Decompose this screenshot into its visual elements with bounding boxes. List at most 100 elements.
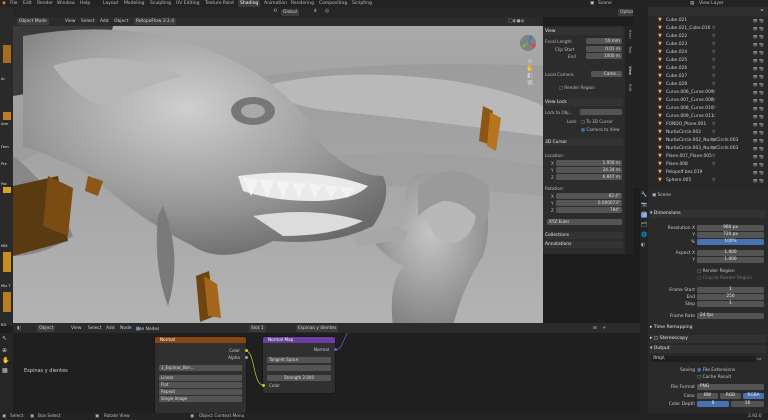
strip-item[interactable]: Fac: [1, 182, 13, 186]
normal-map-node[interactable]: Normal Map Normal Tangent Space Strength…: [261, 337, 337, 393]
outliner-row[interactable]: ▼ Curve.009_Curve.011 ▽ 👁 📷: [648, 113, 768, 120]
outliner-row[interactable]: ▼ Sphere.005 ▽ 👁 📷: [648, 177, 768, 184]
depth-16-button[interactable]: 16: [731, 401, 764, 407]
pan-hand-icon[interactable]: ✋: [524, 65, 536, 72]
thumbnail-gold[interactable]: [3, 292, 11, 312]
source-dropdown[interactable]: Single Image: [159, 396, 242, 402]
outliner-row[interactable]: ▼ NurbsCircle.003_NurbsCircle.003 ▽ 👁 📷: [648, 145, 768, 152]
focal-length-field[interactable]: 50 mm: [586, 38, 622, 44]
image-texture-node[interactable]: Normal Color Alpha 1_Espinas_Bon... Line…: [155, 337, 248, 413]
outliner-row[interactable]: ▼ Plane.008 ▽ 👁 📷: [648, 161, 768, 168]
visibility-icon[interactable]: 👁 📷: [753, 89, 764, 96]
rotation-y-field[interactable]: 0.000073°: [556, 200, 622, 206]
visibility-icon[interactable]: 👁 📷: [753, 17, 764, 24]
menu-select-node[interactable]: Select: [88, 325, 102, 332]
outliner-row[interactable]: ▼ FONDO_Plane.001 ▽ 👁 📷: [648, 121, 768, 128]
strip-item[interactable]: Mix T: [1, 284, 13, 288]
crop-checkbox[interactable]: ▢ Crop to Render Region: [648, 275, 768, 282]
output-path-field[interactable]: /tmp\: [651, 356, 755, 362]
tab-uv-editing[interactable]: UV Editing: [176, 0, 199, 7]
scene-tab-icon[interactable]: 🌐: [641, 232, 647, 238]
menu-view-node[interactable]: View: [71, 325, 81, 332]
tool-tab-icon[interactable]: 🔧: [641, 192, 647, 198]
depth-8-button[interactable]: 8: [697, 401, 729, 407]
strip-item[interactable]: MIX: [1, 244, 13, 248]
outliner-row[interactable]: ▼ Cube.027 ▽ 👁 📷: [648, 73, 768, 80]
menu-file[interactable]: File: [10, 0, 18, 7]
hand-node-icon[interactable]: ✋: [2, 357, 9, 364]
menu-window[interactable]: Window: [57, 0, 75, 7]
orientation-dropdown[interactable]: Global: [281, 8, 300, 16]
tab-scripting[interactable]: Scripting: [352, 0, 372, 7]
retopoflow-button[interactable]: RetopoFlow 3.2.4: [134, 18, 177, 25]
outliner-row[interactable]: ▼ Cube.025 ▽ 👁 📷: [648, 57, 768, 64]
outliner-row[interactable]: ▼ Cube.021_Cube.016 ▽ 👁 📷: [648, 25, 768, 32]
strip-item[interactable]: RG: [1, 323, 13, 327]
menu-add[interactable]: Add: [100, 18, 109, 25]
lock-to-cursor-checkbox[interactable]: ▢ To 3D Cursor: [581, 118, 623, 125]
extension-dropdown[interactable]: Repeat: [159, 389, 242, 395]
material-selector[interactable]: Espinas y dientes: [296, 324, 339, 332]
res-pct-field[interactable]: 100%: [697, 239, 764, 245]
visibility-icon[interactable]: 👁 📷: [753, 169, 764, 176]
shading-icons[interactable]: ◯◐●◍: [508, 18, 524, 25]
grid-node-icon[interactable]: ▦: [2, 367, 8, 374]
tab-modeling[interactable]: Modeling: [124, 0, 144, 7]
dimensions-header[interactable]: ▾ Dimensions: [650, 210, 766, 218]
rotation-x-field[interactable]: 82.4°: [556, 193, 622, 199]
outliner-row[interactable]: ▼ Pelopelf bez.019 👁 📷: [648, 169, 768, 176]
tab-texture-paint[interactable]: Texture Paint: [205, 0, 234, 7]
mode-dropdown[interactable]: Object Mode: [17, 18, 49, 25]
menu-help[interactable]: Help: [80, 0, 90, 7]
visibility-icon[interactable]: 👁 📷: [753, 145, 764, 152]
view-layer-selector[interactable]: View Layer: [699, 0, 724, 7]
strip-item[interactable]: Pre: [1, 162, 13, 166]
visibility-icon[interactable]: 👁 📷: [753, 33, 764, 40]
menu-edit[interactable]: Edit: [23, 0, 32, 7]
outliner-row[interactable]: ▼ Cube.024 ▽ 👁 📷: [648, 49, 768, 56]
frame-rate-dropdown[interactable]: 24 fps: [697, 313, 764, 319]
res-x-field[interactable]: 960 px: [697, 225, 764, 231]
color-output-socket[interactable]: [244, 349, 248, 352]
normal-output-socket[interactable]: [333, 348, 337, 351]
space-dropdown[interactable]: Tangent Space: [267, 357, 331, 363]
3d-cursor-header[interactable]: 3D Cursor: [545, 139, 623, 146]
color-rgb-button[interactable]: RGB: [720, 393, 741, 399]
thumbnail-gold[interactable]: [3, 187, 11, 193]
color-bw-button[interactable]: BW: [697, 393, 718, 399]
output-tab-icon[interactable]: 🖨: [641, 212, 648, 218]
lock-to-object-field[interactable]: [580, 109, 622, 115]
menu-select[interactable]: Select: [81, 18, 95, 25]
tab-tool[interactable]: Tool: [625, 46, 633, 53]
folder-icon[interactable]: ▭: [757, 356, 761, 363]
tab-edit[interactable]: Edit: [625, 84, 633, 91]
collections-header[interactable]: Collections: [545, 232, 623, 239]
outliner-row[interactable]: ▼ Cube.022 ▽ 👁 📷: [648, 33, 768, 40]
image-node-header[interactable]: Normal: [155, 337, 246, 343]
menu-view[interactable]: View: [65, 18, 75, 25]
clip-start-field[interactable]: 0.01 m: [586, 46, 622, 52]
strip-item[interactable]: Arm: [1, 122, 13, 126]
outliner-row[interactable]: ▼ Cube.028 ▽ 👁 📷: [648, 81, 768, 88]
uv-map-field[interactable]: [267, 365, 331, 371]
viewport-tool-icons[interactable]: ⊕ ✋ ◧ ▦: [524, 58, 536, 98]
menu-object[interactable]: Object: [114, 18, 128, 25]
visibility-icon[interactable]: 👁 📷: [753, 129, 764, 136]
outliner-row[interactable]: ▼ Plane.007_Plane.005 ▽ 👁 📷: [648, 153, 768, 160]
visibility-icon[interactable]: 👁 📷: [753, 137, 764, 144]
local-camera-field[interactable]: Came...: [591, 71, 622, 77]
tab-animation[interactable]: Animation: [264, 0, 287, 7]
outliner-row[interactable]: ▼ Cube.023 ▽ 👁 📷: [648, 41, 768, 48]
visibility-icon[interactable]: 👁 📷: [753, 105, 764, 112]
view-layer-tab-icon[interactable]: 🗂: [641, 222, 647, 228]
orientation-icon[interactable]: ⟲: [273, 8, 277, 14]
file-format-dropdown[interactable]: PNG: [697, 384, 764, 390]
annotations-header[interactable]: Annotations: [545, 241, 623, 248]
aspect-y-field[interactable]: 1.000: [697, 257, 764, 263]
aspect-x-field[interactable]: 1.000: [697, 250, 764, 256]
tab-item[interactable]: Item: [625, 30, 633, 39]
menu-render[interactable]: Render: [37, 0, 53, 7]
visibility-icon[interactable]: 👁 📷: [753, 41, 764, 48]
outliner-row[interactable]: ▼ NurbsCircle.002_NurbsCircle.003 ▽ 👁 📷: [648, 137, 768, 144]
stereoscopy-header[interactable]: ▸ ▢ Stereoscopy: [650, 335, 766, 343]
